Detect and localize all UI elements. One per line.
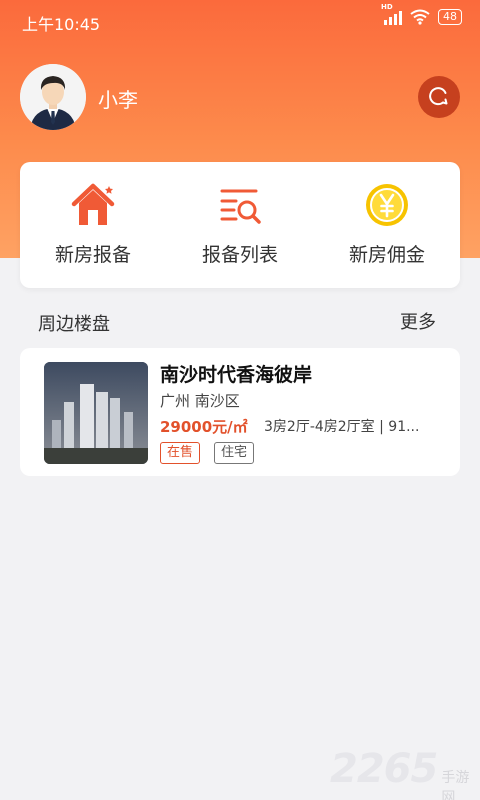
coin-icon xyxy=(366,184,408,226)
user-name[interactable]: 小李 xyxy=(98,84,138,113)
house-icon xyxy=(71,183,115,225)
listing-title: 南沙时代香海彼岸 xyxy=(160,364,313,386)
listing-location: 广州 南沙区 xyxy=(160,392,240,410)
network-type-label: HD xyxy=(381,3,393,11)
type-badge: 住宅 xyxy=(214,442,255,464)
watermark-text: 手游网 xyxy=(441,770,470,800)
status-badge: 在售 xyxy=(160,442,201,464)
watermark: 2265 手游网 xyxy=(330,746,480,800)
building-image xyxy=(44,362,148,464)
listing-card[interactable]: 南沙时代香海彼岸 广州 南沙区 29000元/㎡ 3房2厅-4房2厅室 | 91… xyxy=(20,348,460,476)
wifi-icon xyxy=(410,9,430,25)
quick-action-label: 新房报备 xyxy=(54,244,131,266)
listing-price: 29000元/㎡ xyxy=(160,418,248,436)
message-button[interactable] xyxy=(418,76,460,118)
avatar[interactable] xyxy=(20,64,86,130)
battery-indicator: 48 xyxy=(438,9,462,25)
quick-action-commission[interactable]: 新房佣金 xyxy=(314,162,460,288)
status-bar: 上午10:45 HD 48 xyxy=(0,0,480,40)
user-avatar-icon xyxy=(20,64,86,130)
status-icons: HD 48 xyxy=(381,3,462,25)
listing-layout: 3房2厅-4房2厅室 | 91... xyxy=(264,419,420,435)
quick-action-label: 报备列表 xyxy=(201,244,278,266)
status-time: 上午10:45 xyxy=(22,15,101,34)
message-icon xyxy=(429,87,448,106)
quick-action-report-list[interactable]: 报备列表 xyxy=(167,162,313,288)
list-search-icon xyxy=(220,189,261,224)
section-title: 周边楼盘 xyxy=(38,314,110,335)
watermark-number: 2265 xyxy=(330,746,438,792)
listing-image xyxy=(44,362,148,464)
quick-actions-card: 新房报备 报备列表 新房佣金 xyxy=(20,162,460,288)
quick-action-new-house-report[interactable]: 新房报备 xyxy=(20,162,166,288)
quick-action-label: 新房佣金 xyxy=(348,244,425,266)
signal-icon: HD xyxy=(381,3,402,25)
more-link[interactable]: 更多 xyxy=(400,308,436,334)
